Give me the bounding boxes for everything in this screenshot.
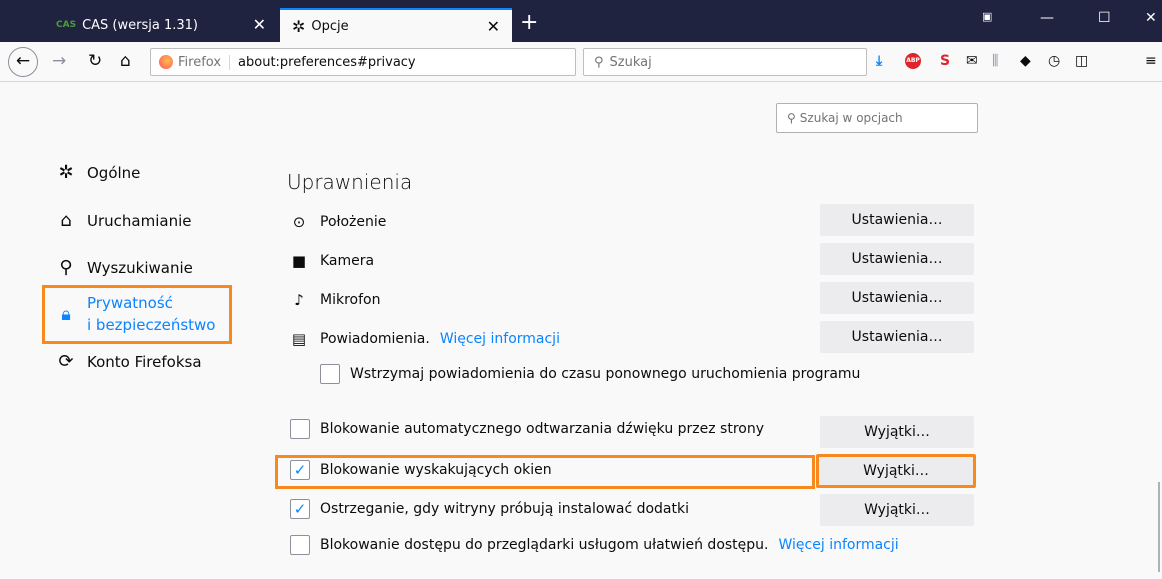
sidebar-item-sync[interactable]: ⟳ Konto Firefoksa	[55, 351, 202, 372]
tab-title: CAS (wersja 1.31)	[82, 17, 198, 33]
notifications-settings-button[interactable]: Ustawienia…	[820, 321, 974, 353]
adblock-icon[interactable]: ABP	[905, 53, 921, 69]
sidebar-icon[interactable]: ◫	[1075, 52, 1088, 70]
block-autoplay-checkbox[interactable]	[290, 419, 310, 439]
sidebar-item-label: Wyszukiwanie	[87, 258, 193, 277]
sidebar-item-search[interactable]: ⚲ Wyszukiwanie	[55, 257, 193, 278]
preferences-page: ⚲ Szukaj w opcjach ✲ Ogólne ⌂ Uruchamian…	[0, 82, 1162, 579]
scrollbar-thumb[interactable]	[1158, 482, 1160, 572]
permission-label: Położenie	[320, 214, 387, 230]
identity-label: Firefox	[178, 54, 231, 70]
microphone-icon: ♪	[294, 291, 304, 309]
new-tab-button[interactable]: +	[520, 12, 538, 34]
history-icon[interactable]: ◷	[1048, 52, 1060, 70]
search-icon: ⚲	[59, 257, 73, 278]
pause-notifications-row[interactable]: Wstrzymaj powiadomienia do czasu ponowne…	[320, 364, 860, 384]
extension-s-icon[interactable]: S	[940, 52, 950, 70]
extension-icon[interactable]: ◆	[1020, 52, 1031, 70]
title-bar: CAS CAS (wersja 1.31) ✕ ✲ Opcje ✕ + ▣ — …	[0, 0, 1162, 42]
block-popups-row[interactable]: ✓ Blokowanie wyskakujących okien	[290, 460, 552, 480]
tab-close-icon[interactable]: ✕	[253, 15, 266, 34]
library-icon[interactable]: ⫼	[992, 52, 998, 70]
pause-notifications-checkbox[interactable]	[320, 364, 340, 384]
location-icon: ⊙	[292, 213, 306, 231]
checkbox-label: Blokowanie dostępu do przeglądarki usług…	[320, 537, 769, 553]
gear-icon: ✲	[292, 16, 306, 36]
search-icon: ⚲	[787, 111, 796, 125]
download-icon[interactable]: ⤓	[876, 52, 882, 70]
options-search-placeholder: Szukaj w opcjach	[799, 111, 903, 125]
tab-close-icon[interactable]: ✕	[487, 17, 500, 36]
permission-microphone: ♪ Mikrofon	[290, 291, 380, 309]
notification-icon: ▤	[291, 330, 307, 348]
section-title: Uprawnienia	[287, 170, 413, 194]
learn-more-link[interactable]: Więcej informacji	[440, 331, 560, 347]
minimize-button[interactable]: —	[1040, 10, 1054, 26]
close-window-button[interactable]: ✕	[1145, 10, 1157, 26]
gear-icon: ✲	[58, 162, 74, 183]
tab-title: Opcje	[311, 18, 349, 34]
location-settings-button[interactable]: Ustawienia…	[820, 204, 974, 236]
navigation-bar: ← → ↻ ⌂ Firefox about:preferences#privac…	[0, 42, 1162, 82]
forward-button[interactable]: →	[52, 51, 66, 71]
permission-label: Mikrofon	[320, 292, 381, 308]
popup-exceptions-button[interactable]: Wyjątki…	[816, 454, 976, 488]
microphone-settings-button[interactable]: Ustawienia…	[820, 282, 974, 314]
url-bar[interactable]: Firefox about:preferences#privacy	[150, 48, 576, 76]
block-popups-checkbox[interactable]: ✓	[290, 460, 310, 480]
mail-icon[interactable]: ✉	[966, 52, 978, 70]
tab-cas[interactable]: CAS CAS (wersja 1.31) ✕	[40, 8, 278, 42]
permission-camera: ■ Kamera	[290, 252, 374, 270]
url-text: about:preferences#privacy	[238, 54, 416, 70]
firefox-icon	[159, 55, 173, 69]
block-accessibility-row[interactable]: Blokowanie dostępu do przeglądarki usług…	[290, 535, 899, 555]
home-icon: ⌂	[60, 210, 72, 231]
sidebar-item-startup[interactable]: ⌂ Uruchamianie	[55, 210, 191, 231]
search-placeholder: Szukaj	[609, 54, 652, 70]
block-autoplay-row[interactable]: Blokowanie automatycznego odtwarzania dź…	[290, 419, 764, 439]
sidebar-item-label: Ogólne	[87, 163, 141, 182]
options-search-input[interactable]: ⚲ Szukaj w opcjach	[776, 103, 978, 133]
learn-more-link[interactable]: Więcej informacji	[779, 537, 899, 553]
checkbox-label: Blokowanie wyskakujących okien	[320, 462, 552, 478]
permission-location: ⊙ Położenie	[290, 213, 387, 231]
sidebar-item-general[interactable]: ✲ Ogólne	[55, 162, 140, 183]
warn-addons-row[interactable]: ✓ Ostrzeganie, gdy witryny próbują insta…	[290, 499, 689, 519]
checkbox-label: Wstrzymaj powiadomienia do czasu ponowne…	[350, 366, 861, 382]
search-icon: ⚲	[594, 54, 604, 70]
tab-manager-icon[interactable]: ▣	[982, 10, 992, 23]
back-button[interactable]: ←	[8, 47, 38, 77]
permission-label: Kamera	[320, 253, 375, 269]
tab-opcje[interactable]: ✲ Opcje ✕	[280, 8, 512, 42]
addons-exceptions-button[interactable]: Wyjątki…	[820, 494, 974, 526]
permission-notifications: ▤ Powiadomienia. Więcej informacji	[290, 330, 560, 348]
maximize-button[interactable]: ☐	[1098, 10, 1111, 26]
autoplay-exceptions-button[interactable]: Wyjątki…	[820, 416, 974, 448]
menu-icon[interactable]: ≡	[1145, 52, 1157, 70]
warn-addons-checkbox[interactable]: ✓	[290, 499, 310, 519]
checkbox-label: Ostrzeganie, gdy witryny próbują instalo…	[320, 501, 689, 517]
sidebar-item-label: Konto Firefoksa	[87, 352, 202, 371]
sidebar-item-label: Uruchamianie	[87, 211, 192, 230]
block-accessibility-checkbox[interactable]	[290, 535, 310, 555]
reload-button[interactable]: ↻	[88, 51, 102, 71]
camera-settings-button[interactable]: Ustawienia…	[820, 243, 974, 275]
camera-icon: ■	[291, 252, 307, 270]
checkbox-label: Blokowanie automatycznego odtwarzania dź…	[320, 421, 765, 437]
sidebar-highlight-box	[42, 285, 232, 344]
cas-favicon-icon: CAS	[56, 20, 77, 30]
permission-label: Powiadomienia.	[320, 331, 430, 347]
sync-icon: ⟳	[58, 351, 74, 372]
search-bar[interactable]: ⚲ Szukaj	[583, 48, 867, 76]
home-button[interactable]: ⌂	[120, 51, 131, 71]
